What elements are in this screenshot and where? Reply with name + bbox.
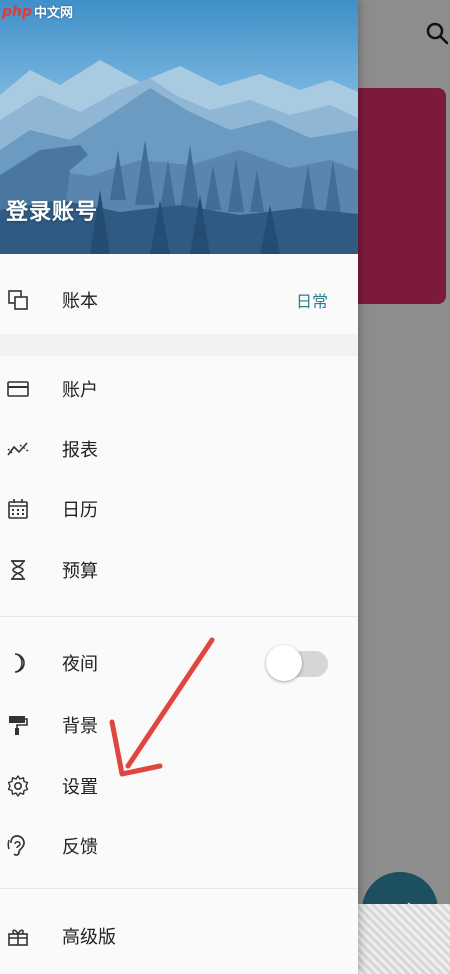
watermark-logo-text: php [2,3,33,20]
navigation-drawer: php 中文网 登录账号 账本 日常 账户 报表 日历 预算 夜间 背景 设置 … [0,0,358,974]
background-card[interactable] [352,88,446,304]
night-mode-toggle[interactable] [266,645,330,681]
menu-item-book-label: 账本 [62,291,98,312]
menu-item-account-label: 账户 [62,380,98,401]
menu-item-premium-label: 高级版 [62,927,116,948]
gift-icon [6,924,30,948]
toggle-knob [266,645,302,681]
trend-icon [6,437,30,461]
menu-item-feedback[interactable]: 反馈 [0,818,358,874]
calendar-icon [6,497,30,521]
gear-icon [6,774,30,798]
section-divider [0,888,358,889]
menu-item-calendar-label: 日历 [62,500,98,521]
menu-item-settings[interactable]: 设置 [0,758,358,814]
moon-icon [6,651,30,675]
paint-roller-icon [6,713,30,737]
menu-item-premium[interactable]: 高级版 [0,908,358,964]
menu-item-settings-label: 设置 [62,777,98,798]
ear-icon [6,834,30,858]
search-icon[interactable] [424,20,450,46]
copy-icon [6,288,30,312]
section-separator [0,334,358,356]
menu-item-report-label: 报表 [62,440,98,461]
hourglass-icon [6,558,30,582]
menu-item-background[interactable]: 背景 [0,697,358,753]
menu-item-account[interactable]: 账户 [0,361,358,417]
menu-item-calendar[interactable]: 日历 [0,481,358,537]
menu-item-night[interactable]: 夜间 [0,635,358,691]
menu-item-book[interactable]: 账本 日常 [0,272,358,328]
watermark-text: 中文网 [34,6,74,21]
login-account-title[interactable]: 登录账号 [6,194,98,226]
current-book-value[interactable]: 日常 [296,288,328,312]
menu-item-night-label: 夜间 [62,654,98,675]
watermark-logo: php 中文网 [2,2,74,22]
menu-item-budget[interactable]: 预算 [0,542,358,598]
drawer-header[interactable]: php 中文网 登录账号 [0,0,358,254]
menu-item-background-label: 背景 [62,716,98,737]
menu-item-report[interactable]: 报表 [0,421,358,477]
menu-item-feedback-label: 反馈 [62,837,98,858]
section-divider [0,616,358,617]
card-icon [6,377,30,401]
menu-item-budget-label: 预算 [62,561,98,582]
